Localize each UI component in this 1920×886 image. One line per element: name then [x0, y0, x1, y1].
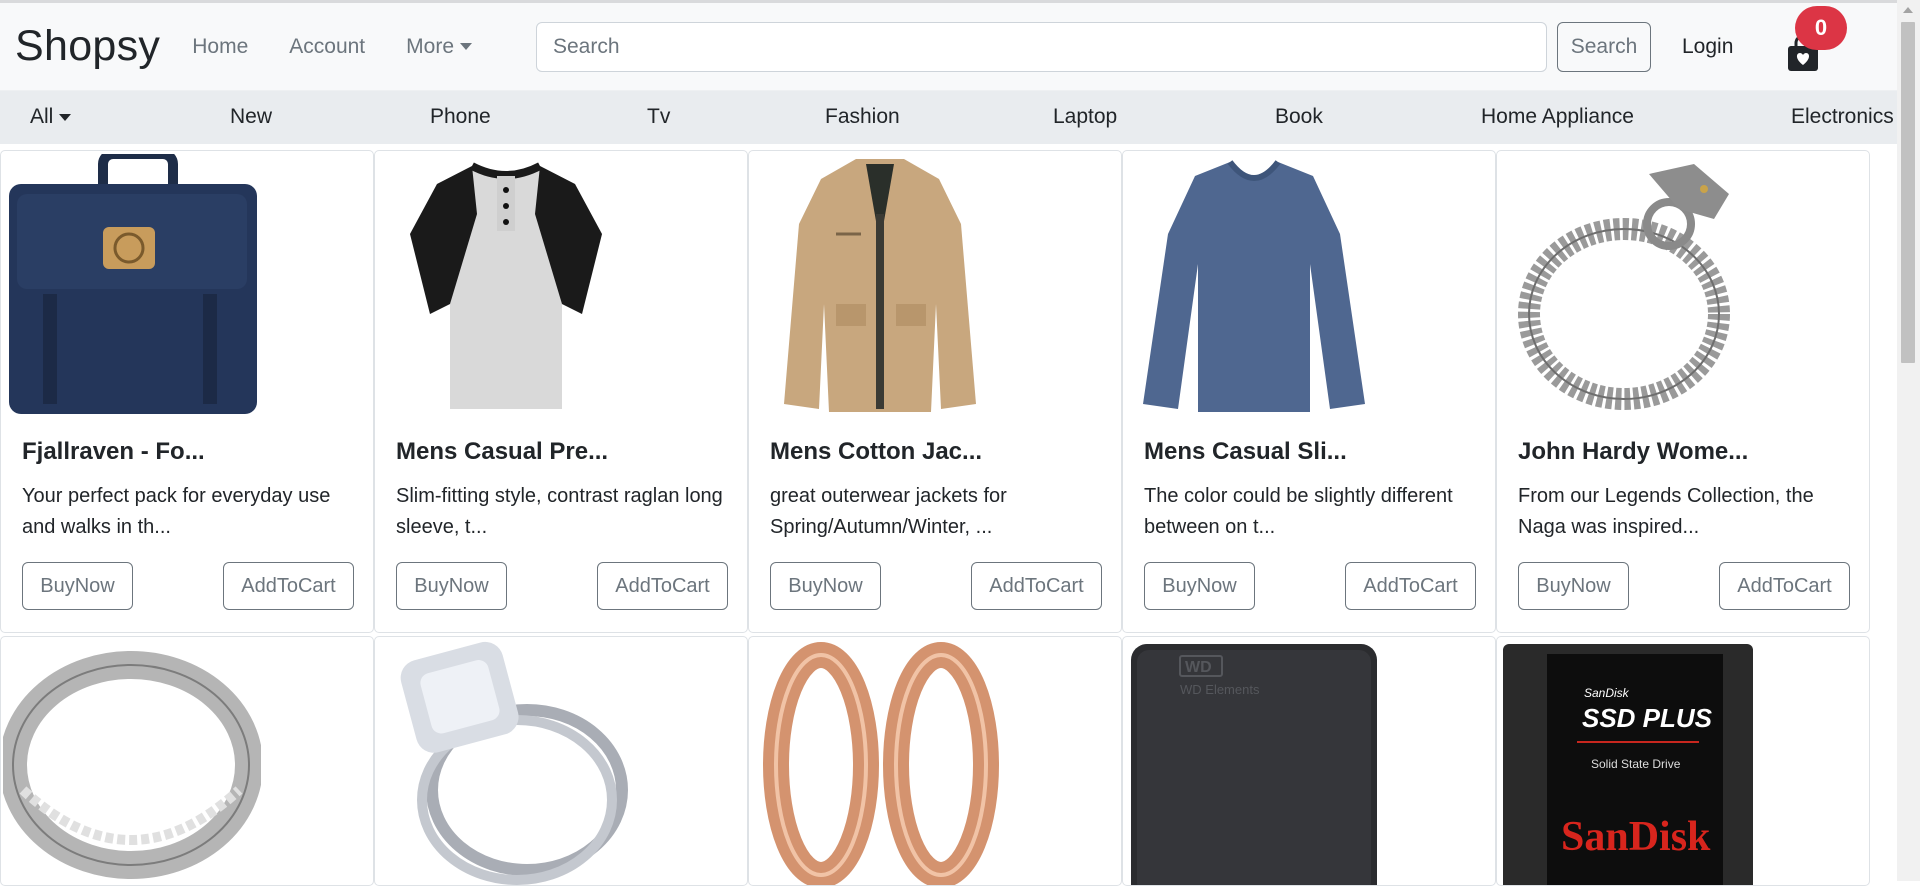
product-image-ring[interactable]: [3, 640, 261, 885]
scroll-up-arrow-icon[interactable]: [1903, 7, 1913, 13]
caret-down-icon: [59, 113, 72, 121]
buy-now-button[interactable]: BuyNow: [770, 562, 881, 610]
add-to-cart-button[interactable]: AddToCart: [1719, 562, 1850, 610]
product-description: Your perfect pack for everyday use and w…: [22, 485, 331, 538]
category-laptop[interactable]: Laptop: [1053, 105, 1117, 129]
sandisk-small-logo: SanDisk: [1584, 686, 1630, 700]
product-title[interactable]: Mens Casual Pre...: [396, 438, 608, 466]
product-image-ssd[interactable]: SanDisk SSD PLUS Solid State Drive SanDi…: [1499, 640, 1757, 885]
nav-home[interactable]: Home: [192, 35, 248, 59]
nav-account[interactable]: Account: [289, 35, 365, 59]
product-image-engagement-ring[interactable]: [377, 640, 635, 885]
product-image-long-sleeve-shirt[interactable]: [1125, 154, 1383, 416]
caret-down-icon: [460, 43, 473, 50]
category-electronics[interactable]: Electronics: [1791, 105, 1894, 129]
category-tv[interactable]: Tv: [647, 105, 670, 129]
category-bar: All New Phone Tv Fashion Laptop Book Hom…: [0, 91, 1920, 144]
buy-now-button[interactable]: BuyNow: [1144, 562, 1255, 610]
login-link[interactable]: Login: [1682, 35, 1733, 59]
wd-label: WD Elements: [1180, 682, 1260, 697]
navbar: Shopsy Home Account More Search Search L…: [0, 3, 1920, 91]
sandisk-logo: SanDisk: [1561, 814, 1711, 860]
product-image-hard-drive[interactable]: WD WD Elements: [1125, 640, 1383, 885]
product-description: great outerwear jackets for Spring/Autum…: [770, 485, 1007, 538]
wd-logo: WD: [1185, 659, 1212, 676]
search-button[interactable]: Search: [1557, 21, 1651, 72]
cart-count-badge: 0: [1795, 6, 1847, 50]
product-card: WD WD Elements: [1122, 636, 1496, 886]
nav-more-label: More: [406, 34, 455, 58]
add-to-cart-button[interactable]: AddToCart: [971, 562, 1102, 610]
category-new[interactable]: New: [230, 105, 272, 129]
buy-now-button[interactable]: BuyNow: [1518, 562, 1629, 610]
product-image-tshirt[interactable]: [377, 154, 635, 416]
add-to-cart-button[interactable]: AddToCart: [223, 562, 354, 610]
search-placeholder: Search: [553, 34, 620, 58]
add-to-cart-button[interactable]: AddToCart: [1345, 562, 1476, 610]
product-card: Fjallraven - Fo... Your perfect pack for…: [0, 150, 374, 633]
product-card: [748, 636, 1122, 886]
product-image-plugs[interactable]: [751, 640, 1009, 885]
product-card: John Hardy Wome... From our Legends Coll…: [1496, 150, 1870, 633]
product-image-bracelet[interactable]: [1499, 154, 1757, 416]
product-description: From our Legends Collection, the Naga wa…: [1518, 485, 1814, 538]
product-card: [0, 636, 374, 886]
category-home-appliance[interactable]: Home Appliance: [1481, 105, 1634, 129]
product-title[interactable]: Mens Casual Sli...: [1144, 438, 1347, 466]
product-title[interactable]: Mens Cotton Jac...: [770, 438, 982, 466]
category-all-dropdown[interactable]: All: [30, 105, 72, 129]
ssd-plus-label: SSD PLUS: [1582, 703, 1713, 733]
buy-now-button[interactable]: BuyNow: [396, 562, 507, 610]
category-all-label: All: [30, 105, 54, 128]
scrollbar-thumb[interactable]: [1901, 22, 1915, 363]
search-input[interactable]: Search: [536, 21, 1547, 72]
category-phone[interactable]: Phone: [430, 105, 491, 129]
buy-now-button[interactable]: BuyNow: [22, 562, 133, 610]
product-image-backpack[interactable]: [3, 154, 261, 416]
product-card: Mens Casual Sli... The color could be sl…: [1122, 150, 1496, 633]
product-image-jacket[interactable]: [751, 154, 1009, 416]
product-card: Mens Casual Pre... Slim-fitting style, c…: [374, 150, 748, 633]
product-title[interactable]: John Hardy Wome...: [1518, 438, 1748, 466]
category-fashion[interactable]: Fashion: [825, 105, 900, 129]
product-card: [374, 636, 748, 886]
product-description: The color could be slightly different be…: [1144, 485, 1453, 538]
nav-more-dropdown[interactable]: More: [406, 34, 473, 59]
product-card: SanDisk SSD PLUS Solid State Drive SanDi…: [1496, 636, 1870, 886]
solid-state-drive-label: Solid State Drive: [1591, 757, 1681, 771]
product-description: Slim-fitting style, contrast raglan long…: [396, 485, 723, 538]
category-book[interactable]: Book: [1275, 105, 1323, 129]
add-to-cart-button[interactable]: AddToCart: [597, 562, 728, 610]
vertical-scrollbar[interactable]: [1897, 0, 1920, 881]
product-card: Mens Cotton Jac... great outerwear jacke…: [748, 150, 1122, 633]
product-title[interactable]: Fjallraven - Fo...: [22, 438, 205, 466]
brand-logo[interactable]: Shopsy: [15, 22, 160, 71]
